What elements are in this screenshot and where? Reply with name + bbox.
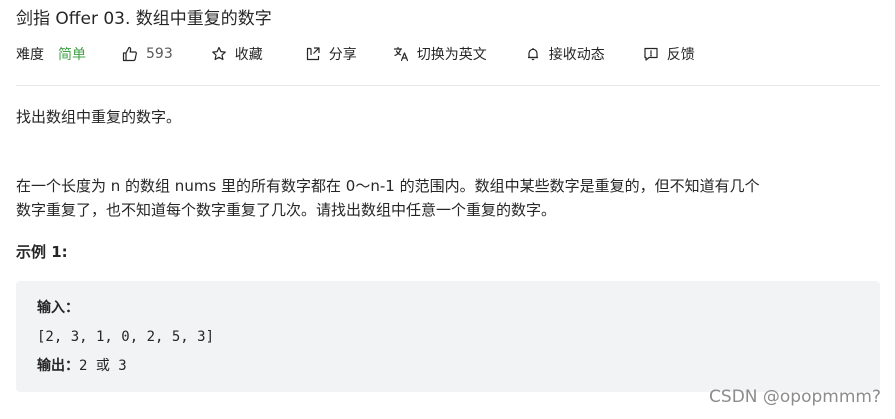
feedback-icon <box>644 47 658 61</box>
share-label: 分享 <box>328 47 357 63</box>
share-icon <box>306 47 320 61</box>
description-detail: 在一个长度为 n 的数组 nums 里的所有数字都在 0～n-1 的范围内。数组… <box>16 174 886 222</box>
star-icon <box>211 46 226 61</box>
subscribe-button[interactable]: 接收动态 <box>525 42 605 66</box>
description-detail-line: 在一个长度为 n 的数组 nums 里的所有数字都在 0～n-1 的范围内。数组… <box>16 177 760 195</box>
description-detail-line: 数字重复了，也不知道每个数字重复了几次。请找出数组中任意一个重复的数字。 <box>16 201 557 219</box>
like-count: 593 <box>146 46 173 62</box>
example-input-value: [2, 3, 1, 0, 2, 5, 3] <box>37 329 215 345</box>
collect-button[interactable]: 收藏 <box>211 42 263 66</box>
example-input-label: 输入： <box>37 300 79 316</box>
example-heading: 示例 1: <box>16 243 68 261</box>
translate-label: 切换为英文 <box>416 47 487 63</box>
header-divider <box>16 85 880 86</box>
like-button[interactable]: 593 <box>122 42 173 66</box>
translate-icon <box>393 46 408 62</box>
difficulty-label: 难度 <box>16 47 44 63</box>
thumbs-up-icon <box>122 46 137 62</box>
example-output-label: 输出： <box>37 358 79 374</box>
feedback-button[interactable]: 反馈 <box>643 42 695 66</box>
share-button[interactable]: 分享 <box>305 42 357 66</box>
bell-icon <box>527 48 538 61</box>
subscribe-label: 接收动态 <box>548 47 605 63</box>
difficulty-badge: 简单 <box>58 47 86 63</box>
problem-title: 剑指 Offer 03. 数组中重复的数字 <box>16 9 272 29</box>
example-input-line: 输入： <box>37 297 79 319</box>
feedback-label: 反馈 <box>666 47 695 63</box>
description-intro: 找出数组中重复的数字。 <box>16 108 182 126</box>
problem-meta-bar: 难度 简单 593 收藏 分享 切换为英文 接收动态 反馈 <box>16 42 695 66</box>
example-output-value: 2 或 3 <box>79 358 127 374</box>
example-code-block: 输入： [2, 3, 1, 0, 2, 5, 3] 输出：2 或 3 <box>16 281 880 392</box>
translate-button[interactable]: 切换为英文 <box>393 42 487 66</box>
example-output-line: 输出：2 或 3 <box>37 355 127 377</box>
csdn-watermark: CSDN @opopmmm? <box>709 387 881 407</box>
collect-label: 收藏 <box>234 47 263 63</box>
